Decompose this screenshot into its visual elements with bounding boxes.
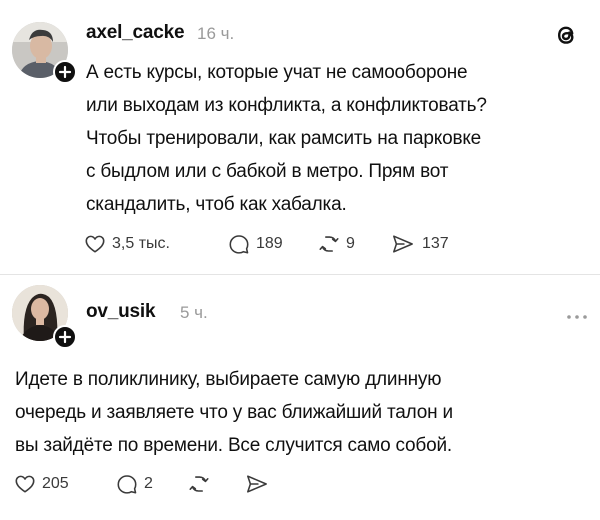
repost-icon — [319, 236, 339, 252]
post-text-line: с быдлом или с бабкой в метро. Прям вот — [86, 161, 449, 182]
heart-icon — [15, 475, 35, 493]
post-text-line: скандалить, чтоб как хабалка. — [86, 194, 347, 215]
post-text-line: очередь и заявляете что у вас ближайший … — [15, 402, 453, 423]
like-button[interactable]: 205 — [14, 473, 69, 495]
comment-icon — [117, 475, 137, 494]
send-icon — [247, 475, 267, 493]
more-dots-icon[interactable] — [566, 307, 588, 325]
post-text-line: Идете в поликлинику, выбираете самую дли… — [15, 369, 442, 390]
follow-button[interactable] — [53, 60, 77, 84]
reply-count: 2 — [144, 475, 153, 492]
repost-count: 9 — [346, 235, 355, 252]
share-button[interactable] — [244, 473, 270, 495]
heart-icon — [85, 235, 105, 253]
reply-button[interactable]: 2 — [116, 473, 153, 495]
reply-button[interactable]: 189 — [228, 233, 283, 255]
post-text: А есть курсы, которые учат не самооборон… — [86, 56, 487, 221]
send-icon — [393, 235, 413, 253]
post-text-line: или выходам из конфликта, а конфликтоват… — [86, 95, 487, 116]
like-count: 205 — [42, 475, 69, 492]
post-username[interactable]: axel_cacke — [86, 22, 185, 44]
comment-icon — [229, 235, 249, 254]
share-button[interactable]: 137 — [390, 233, 449, 255]
threads-logo-icon[interactable] — [553, 22, 579, 53]
like-button[interactable]: 3,5 тыс. — [84, 233, 170, 255]
thread-post: axel_cacke 16 ч. А есть курсы, которые у… — [0, 0, 600, 274]
repost-icon — [189, 476, 209, 492]
repost-button[interactable] — [188, 473, 210, 495]
repost-button[interactable]: 9 — [318, 233, 355, 255]
reply-count: 189 — [256, 235, 283, 252]
post-username[interactable]: ov_usik — [86, 301, 156, 323]
plus-icon — [58, 330, 72, 344]
reply-post: ov_usik 5 ч. Идете в поликлинику, выбира… — [0, 275, 600, 520]
share-count: 137 — [422, 235, 449, 252]
like-count: 3,5 тыс. — [112, 235, 170, 252]
follow-button[interactable] — [53, 325, 77, 349]
post-time: 5 ч. — [180, 303, 208, 322]
post-text-line: вы зайдёте по времени. Все случится само… — [15, 435, 452, 456]
post-text: Идете в поликлинику, выбираете самую дли… — [15, 363, 453, 462]
post-text-line: Чтобы тренировали, как рамсить на парков… — [86, 128, 482, 149]
plus-icon — [58, 65, 72, 79]
post-time: 16 ч. — [197, 24, 235, 43]
post-text-line: А есть курсы, которые учат не самооборон… — [86, 62, 468, 83]
